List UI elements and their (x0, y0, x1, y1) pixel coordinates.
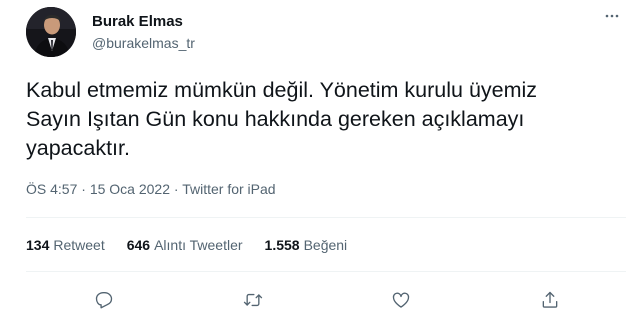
like-button[interactable] (385, 284, 417, 316)
quote-count: 646 (126, 237, 151, 253)
meta-separator: · (173, 181, 179, 197)
tweet-stats: 134 Retweet 646 Alıntı Tweetler 1.558 Beğen… (26, 237, 369, 253)
divider (26, 217, 626, 218)
divider (26, 271, 626, 272)
tweet-meta: ÖS 4:57 · 15 Oca 2022 · Twitter for iPad (26, 181, 276, 197)
tweet-text: Kabul etmemiz mümkün değil. Yönetim kuru… (26, 78, 538, 160)
like-label: Beğeni (303, 237, 348, 253)
retweet-label: Retweet (53, 237, 105, 253)
tweet-date[interactable]: 15 Oca 2022 (90, 181, 170, 197)
reply-button[interactable] (88, 284, 120, 316)
tweet-time[interactable]: ÖS 4:57 (26, 181, 77, 197)
retweet-stat[interactable]: 134 Retweet (26, 237, 105, 253)
like-count: 1.558 (264, 237, 300, 253)
action-bar (26, 284, 626, 316)
share-icon (542, 291, 558, 308)
meta-separator: · (81, 181, 86, 197)
avatar[interactable] (26, 7, 76, 57)
more-horizontal-icon[interactable] (604, 8, 620, 29)
share-button[interactable] (534, 284, 566, 316)
like-icon (392, 292, 410, 308)
reply-icon (95, 292, 113, 309)
like-stat[interactable]: 1.558 Beğeni (265, 237, 348, 253)
author-name[interactable]: Burak Elmas (92, 13, 183, 30)
retweet-icon (243, 293, 263, 307)
quote-stat[interactable]: 646 Alıntı Tweetler (127, 237, 243, 253)
quote-label: Alıntı Tweetler (154, 237, 243, 253)
profile-photo (26, 7, 76, 57)
retweet-count: 134 (26, 237, 50, 253)
retweet-button[interactable] (237, 284, 269, 316)
tweet-source[interactable]: Twitter for iPad (182, 181, 275, 197)
author-handle[interactable]: @burakelmas_tr (92, 35, 195, 51)
